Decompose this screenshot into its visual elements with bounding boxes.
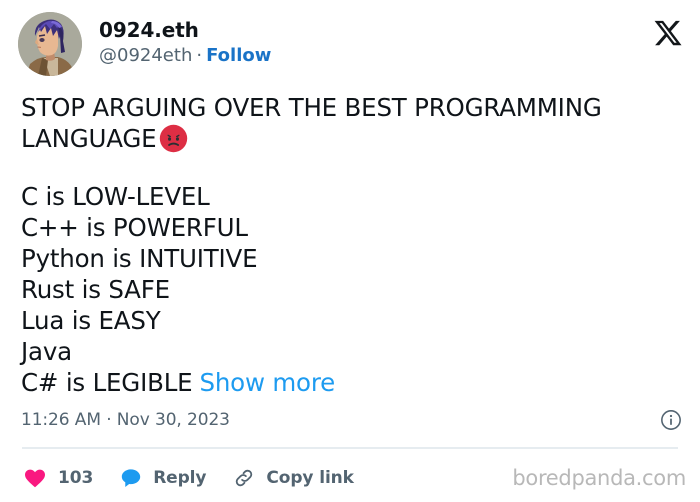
language-list: C is LOW-LEVEL C++ is POWERFUL Python is…	[21, 181, 680, 398]
tweet-header: 0924.eth @0924eth · Follow	[18, 12, 688, 76]
show-more-link[interactable]: Show more	[199, 368, 335, 397]
copy-link-label: Copy link	[266, 468, 354, 488]
language-line: Java	[21, 337, 72, 366]
reply-label: Reply	[153, 468, 207, 488]
action-bar-divider	[22, 447, 678, 449]
avatar[interactable]	[18, 12, 82, 76]
account-identity: 0924.eth @0924eth · Follow	[99, 12, 271, 68]
reply-button[interactable]: Reply	[119, 466, 206, 490]
language-line: Python is INTUITIVE	[21, 244, 258, 273]
display-name: 0924.eth	[99, 18, 199, 42]
tweet-text-body: STOP ARGUING OVER THE BEST PROGRAMMING L…	[21, 92, 680, 398]
action-bar: 103 Reply Copy link boredpanda.com	[22, 462, 686, 494]
headline-line-2: LANGUAGE	[21, 124, 157, 153]
anime-character-avatar	[18, 12, 82, 76]
language-line-last: C# is LEGIBLE Show more	[21, 367, 680, 398]
like-button[interactable]: 103	[22, 466, 93, 490]
headline-line-1: STOP ARGUING OVER THE BEST PROGRAMMING	[21, 93, 602, 122]
language-line: C# is LEGIBLE	[21, 368, 193, 397]
tweet-meta-row: 11:26 AM · Nov 30, 2023	[21, 409, 682, 431]
info-circle-icon[interactable]	[660, 409, 682, 431]
account-handle: @0924eth	[99, 45, 193, 66]
tweet-timestamp: 11:26 AM · Nov 30, 2023	[21, 410, 230, 430]
tweet-card: 0924.eth @0924eth · Follow STOP ARGUING OV…	[0, 0, 700, 502]
boredpanda-watermark: boredpanda.com	[512, 466, 686, 490]
follow-link[interactable]: Follow	[206, 45, 271, 66]
x-logo[interactable]	[653, 18, 683, 48]
language-line: C is LOW-LEVEL	[21, 182, 210, 211]
language-line: Lua is EASY	[21, 306, 161, 335]
language-line: Rust is SAFE	[21, 275, 170, 304]
copy-link-button[interactable]: Copy link	[232, 466, 354, 490]
language-line: C++ is POWERFUL	[21, 213, 248, 242]
comment-bubble-icon	[119, 466, 143, 490]
like-count: 103	[58, 468, 94, 488]
link-chain-icon	[232, 466, 256, 490]
handle-separator: ·	[196, 45, 203, 66]
x-logo-icon	[654, 20, 682, 46]
tweet-headline: STOP ARGUING OVER THE BEST PROGRAMMING L…	[21, 92, 680, 154]
angry-face-emoji	[159, 124, 188, 153]
handle-row: @0924eth · Follow	[99, 44, 271, 68]
heart-icon	[22, 466, 48, 490]
